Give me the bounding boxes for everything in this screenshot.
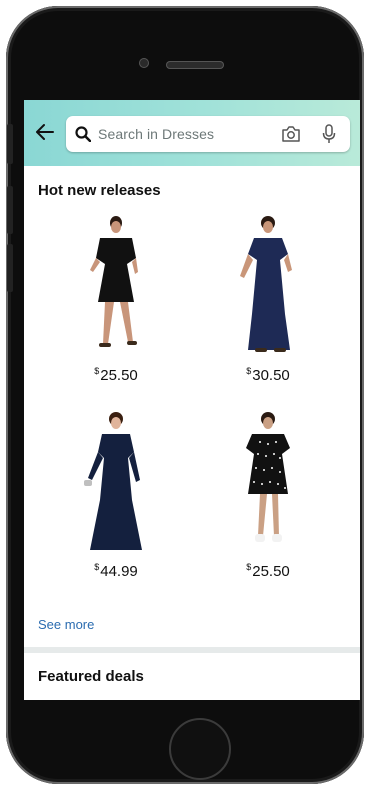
volume-up-button xyxy=(7,186,13,234)
product-image xyxy=(246,412,290,542)
product-price: $25.50 xyxy=(94,366,138,384)
product-card[interactable]: $25.50 xyxy=(198,410,338,580)
product-card[interactable]: $44.99 xyxy=(46,410,186,580)
product-price: $44.99 xyxy=(94,562,138,580)
search-icon xyxy=(75,126,91,142)
app-screen: Search in Dresses Hot new releases $25.5… xyxy=(24,100,360,700)
camera-icon[interactable] xyxy=(281,125,301,143)
product-card[interactable]: $30.50 xyxy=(198,214,338,384)
featured-deals-title: Featured deals xyxy=(38,668,144,685)
back-arrow-icon[interactable] xyxy=(35,122,55,142)
section-divider xyxy=(24,647,360,653)
volume-down-button xyxy=(7,244,13,292)
product-price: $30.50 xyxy=(246,366,290,384)
product-price: $25.50 xyxy=(246,562,290,580)
earpiece-speaker xyxy=(166,61,224,69)
home-button[interactable] xyxy=(169,718,231,780)
search-header: Search in Dresses xyxy=(24,100,360,166)
product-image xyxy=(90,216,138,347)
product-card[interactable]: $25.50 xyxy=(46,214,186,384)
search-placeholder: Search in Dresses xyxy=(98,126,215,142)
see-more-link[interactable]: See more xyxy=(38,617,94,632)
microphone-icon[interactable] xyxy=(322,124,336,144)
product-image xyxy=(84,412,142,550)
front-camera xyxy=(139,58,149,68)
product-image xyxy=(240,216,292,352)
hot-new-releases-title: Hot new releases xyxy=(38,182,161,199)
search-input[interactable]: Search in Dresses xyxy=(66,116,350,152)
mute-switch xyxy=(7,124,13,164)
